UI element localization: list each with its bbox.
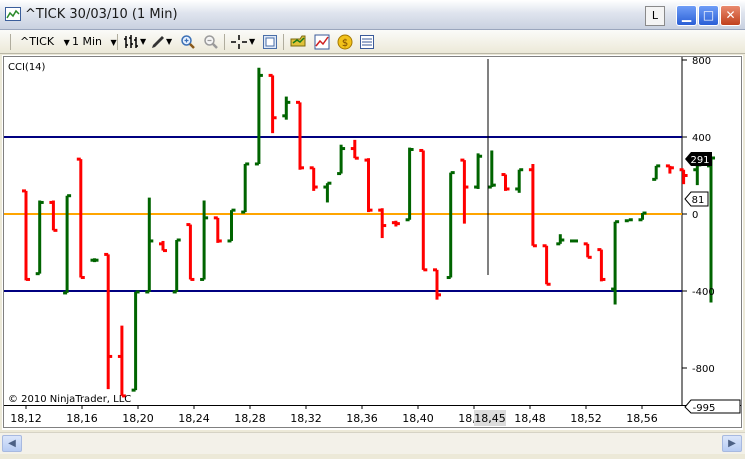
toolbar-separator xyxy=(283,34,284,50)
toolbar-separator xyxy=(117,34,118,50)
drawing-tool-icon[interactable] xyxy=(150,34,166,51)
copyright-text: © 2010 NinjaTrader, LLC xyxy=(8,394,131,405)
x-tick-label: 18,36 xyxy=(346,412,378,425)
close-icon: ✕ xyxy=(725,8,736,22)
maximize-button[interactable]: □ xyxy=(698,5,719,26)
zoom-out-icon[interactable] xyxy=(203,34,219,51)
chevron-down-icon[interactable]: ▼ xyxy=(166,33,172,50)
last-value-label: 291 xyxy=(690,155,709,166)
cci-bar xyxy=(624,218,633,223)
interval-label: 1 Min xyxy=(72,35,103,48)
chart-toolbar: ^TICK ▼ 1 Min ▼ ▼ ▼ ▼ $ xyxy=(0,30,745,54)
scroll-right-button[interactable]: ▶ xyxy=(722,435,742,452)
crosshair-icon[interactable] xyxy=(230,34,248,51)
toolbar-separator xyxy=(224,34,225,50)
indicator-label: CCI(14) xyxy=(8,62,46,73)
y-tick-label: 0 xyxy=(692,210,698,221)
chevron-down-icon[interactable]: ▼ xyxy=(249,33,255,50)
x-tick-label: 18,32 xyxy=(290,412,322,425)
y-tick-label: -400 xyxy=(692,287,715,298)
crosshair-x-label: 18,45 xyxy=(474,412,506,425)
min-value-tag: -995 xyxy=(684,399,741,414)
market-analyzer-icon[interactable]: $ xyxy=(337,34,353,51)
zoom-in-icon[interactable] xyxy=(180,34,196,51)
toolbar-grip xyxy=(10,34,11,50)
cci-bar xyxy=(90,258,99,263)
chevron-down-icon: ▼ xyxy=(63,38,70,47)
strategy-icon[interactable] xyxy=(290,34,306,51)
link-button[interactable]: L xyxy=(645,6,665,26)
x-tick-label: 18,28 xyxy=(234,412,266,425)
x-tick-label: 18,48 xyxy=(514,412,546,425)
marker-value-label: 81 xyxy=(692,195,705,206)
scroll-left-button[interactable]: ◀ xyxy=(2,435,22,452)
properties-icon[interactable] xyxy=(262,34,278,51)
arrow-right-icon: ▶ xyxy=(728,438,736,449)
maximize-icon: □ xyxy=(702,8,715,22)
minimize-button[interactable]: ▁ xyxy=(676,5,697,26)
instrument-selector[interactable]: ^TICK ▼ xyxy=(20,33,70,50)
instrument-label: ^TICK xyxy=(20,35,55,48)
cci-bar xyxy=(570,239,578,243)
x-tick-label: 18,52 xyxy=(570,412,602,425)
cci-chart[interactable]: 800 400 0 -400 -800 18,12 18,16 18,20 18,24 18,2… xyxy=(2,55,743,430)
arrow-left-icon: ◀ xyxy=(8,438,16,449)
x-tick-label: 18,24 xyxy=(178,412,210,425)
interval-selector[interactable]: 1 Min ▼ xyxy=(72,33,117,50)
close-button[interactable]: ✕ xyxy=(720,5,741,26)
x-tick-label: 18,40 xyxy=(402,412,434,425)
chevron-down-icon: ▼ xyxy=(110,38,117,47)
chart-icon[interactable] xyxy=(314,34,330,51)
y-tick-label: -800 xyxy=(692,364,715,375)
y-tick-label: 400 xyxy=(692,133,711,144)
window-title: ^TICK 30/03/10 (1 Min) xyxy=(25,7,178,22)
x-tick-label: 18,16 xyxy=(66,412,98,425)
svg-text:$: $ xyxy=(342,38,348,49)
x-tick-label: 18,12 xyxy=(10,412,42,425)
chevron-down-icon[interactable]: ▼ xyxy=(140,33,146,50)
bar-type-icon[interactable] xyxy=(123,34,141,51)
window-titlebar: ^TICK 30/03/10 (1 Min) L ▁ □ ✕ xyxy=(0,0,745,30)
min-value-label: -995 xyxy=(693,403,716,414)
y-tick-label: 800 xyxy=(692,56,711,67)
chart-window-icon xyxy=(5,7,21,21)
minimize-icon: ▁ xyxy=(681,8,692,22)
data-box-icon[interactable] xyxy=(359,34,375,51)
x-tick-label: 18,20 xyxy=(122,412,154,425)
horizontal-scrollbar[interactable]: ◀ ▶ xyxy=(0,432,745,454)
x-tick-label: 18,56 xyxy=(626,412,658,425)
